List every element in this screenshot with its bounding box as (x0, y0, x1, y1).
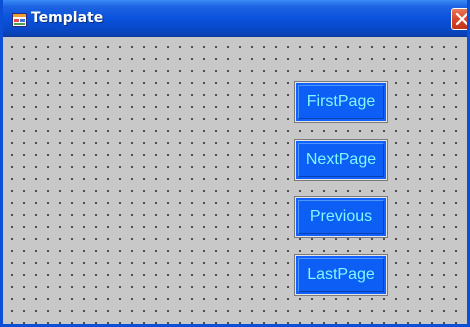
close-button[interactable] (451, 8, 467, 30)
first-page-button[interactable]: FirstPage (294, 81, 388, 123)
last-page-button[interactable]: LastPage (294, 254, 388, 296)
last-page-label: LastPage (298, 258, 384, 292)
previous-label: Previous (298, 200, 384, 234)
previous-button[interactable]: Previous (294, 196, 388, 238)
form-window: Template FirstPage NextPage Previous Las… (0, 0, 470, 327)
next-page-button[interactable]: NextPage (294, 139, 388, 181)
first-page-label: FirstPage (298, 85, 384, 119)
close-icon (455, 12, 467, 26)
title-bar[interactable]: Template (3, 0, 467, 37)
design-surface[interactable]: FirstPage NextPage Previous LastPage (3, 37, 467, 324)
window-title: Template (31, 10, 104, 26)
app-form-icon (12, 12, 27, 27)
next-page-label: NextPage (298, 143, 384, 177)
